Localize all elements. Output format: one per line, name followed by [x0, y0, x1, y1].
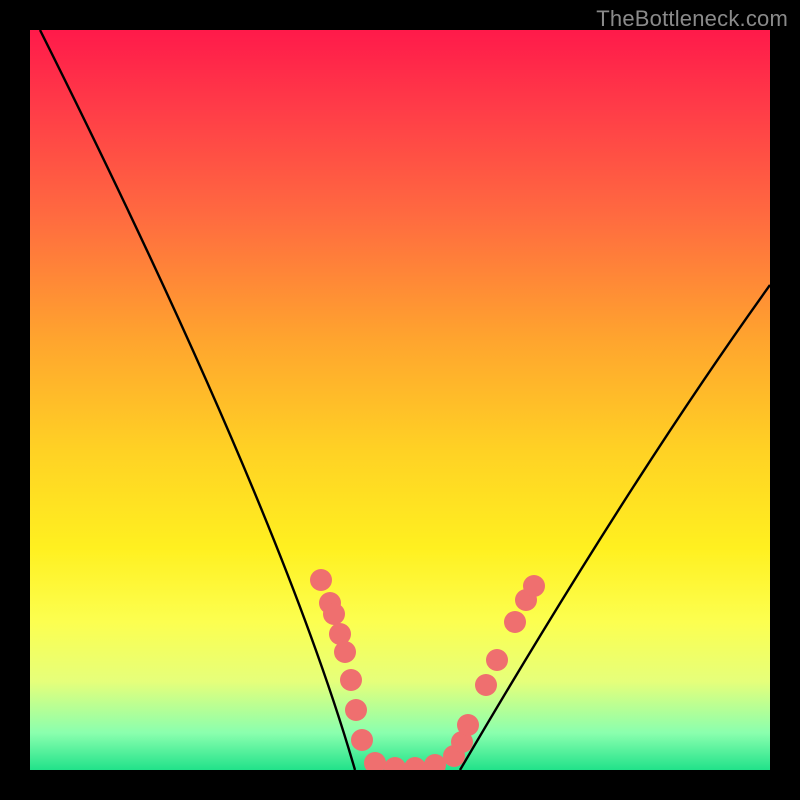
- dot: [486, 649, 508, 671]
- right-curve: [460, 285, 770, 770]
- dot: [457, 714, 479, 736]
- dot: [323, 603, 345, 625]
- dot: [351, 729, 373, 751]
- dot: [364, 752, 386, 770]
- dot: [475, 674, 497, 696]
- dot: [340, 669, 362, 691]
- watermark-text: TheBottleneck.com: [596, 6, 788, 32]
- dot: [523, 575, 545, 597]
- dot: [384, 757, 406, 770]
- dot: [310, 569, 332, 591]
- dot: [504, 611, 526, 633]
- dot: [404, 757, 426, 770]
- dot: [424, 754, 446, 770]
- dot: [345, 699, 367, 721]
- dot: [334, 641, 356, 663]
- left-curve: [40, 30, 355, 770]
- curve-overlay: [30, 30, 770, 770]
